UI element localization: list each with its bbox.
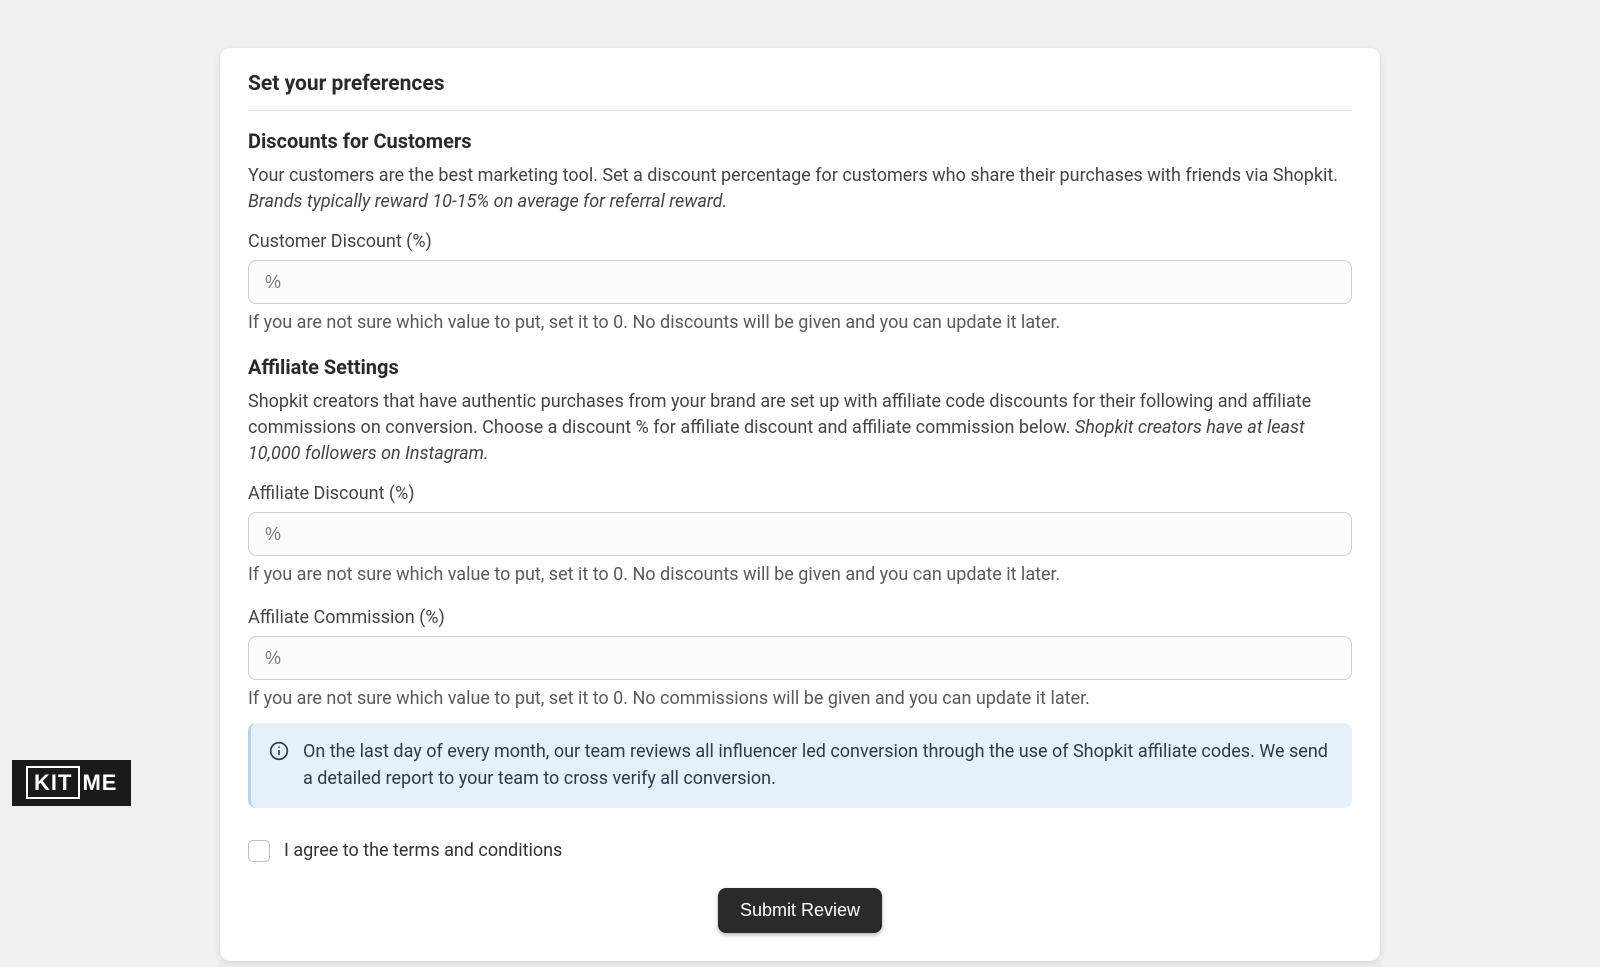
- customer-discount-input[interactable]: [248, 260, 1352, 304]
- submit-review-button[interactable]: Submit Review: [718, 888, 882, 933]
- affiliate-commission-input[interactable]: [248, 636, 1352, 680]
- kitme-logo: KITME: [12, 760, 131, 806]
- terms-checkbox[interactable]: [248, 840, 270, 862]
- preferences-card: Set your preferences Discounts for Custo…: [220, 48, 1380, 961]
- customer-discount-label: Customer Discount (%): [248, 231, 1352, 252]
- affiliate-discount-input[interactable]: [248, 512, 1352, 556]
- discounts-desc-hint: Brands typically reward 10-15% on averag…: [248, 191, 727, 212]
- affiliate-description: Shopkit creators that have authentic pur…: [248, 389, 1352, 467]
- affiliate-commission-label: Affiliate Commission (%): [248, 607, 1352, 628]
- info-banner: On the last day of every month, our team…: [248, 723, 1352, 807]
- discounts-description: Your customers are the best marketing to…: [248, 163, 1352, 215]
- customer-discount-help: If you are not sure which value to put, …: [248, 312, 1352, 333]
- affiliate-heading: Affiliate Settings: [248, 355, 1352, 379]
- discounts-desc-main: Your customers are the best marketing to…: [248, 165, 1338, 186]
- terms-label: I agree to the terms and conditions: [284, 840, 562, 861]
- submit-row: Submit Review: [248, 888, 1352, 933]
- affiliate-discount-help: If you are not sure which value to put, …: [248, 564, 1352, 585]
- affiliate-commission-help: If you are not sure which value to put, …: [248, 688, 1352, 709]
- info-icon: [269, 741, 289, 761]
- logo-part2: ME: [82, 770, 117, 795]
- card-title: Set your preferences: [248, 72, 1352, 111]
- info-banner-text: On the last day of every month, our team…: [303, 739, 1334, 791]
- logo-part1: KIT: [26, 766, 80, 799]
- discounts-heading: Discounts for Customers: [248, 129, 1352, 153]
- affiliate-discount-label: Affiliate Discount (%): [248, 483, 1352, 504]
- terms-row: I agree to the terms and conditions: [248, 840, 1352, 862]
